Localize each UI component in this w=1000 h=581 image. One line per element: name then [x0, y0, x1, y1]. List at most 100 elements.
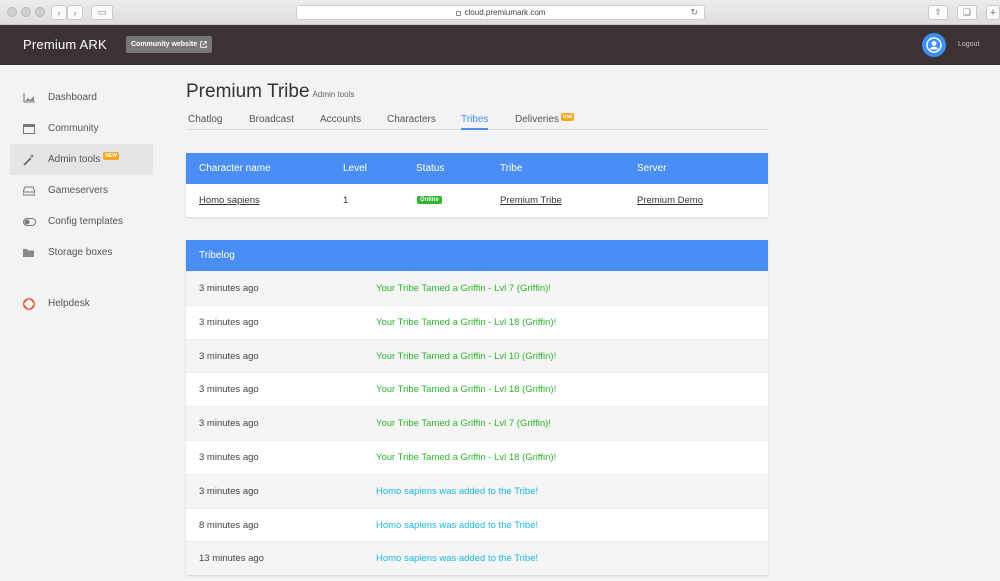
minimize-window-icon[interactable] [21, 7, 31, 17]
page-subtitle: Admin tools [312, 90, 355, 99]
character-name-link[interactable]: Homo sapiens [199, 195, 260, 206]
external-link-icon [200, 41, 207, 48]
tab-characters[interactable]: Characters [387, 114, 436, 130]
maximize-window-icon[interactable] [35, 7, 45, 17]
sidebar-item-label: Helpdesk [48, 298, 90, 309]
tab-deliveries[interactable]: Deliveries trial [515, 113, 575, 130]
server-link[interactable]: Premium Demo [637, 195, 703, 206]
log-message: Your Tribe Tamed a Griffin - Lvl 18 (Gri… [376, 451, 557, 463]
new-tab-icon[interactable]: + [986, 5, 1000, 20]
logout-link[interactable]: Logout [958, 41, 979, 48]
sidebar-item-label: Admin tools [48, 154, 101, 165]
characters-table: Character name Level Status Tribe Server… [186, 153, 768, 217]
sidebar-item-dashboard[interactable]: Dashboard [10, 82, 153, 113]
sidebar-item-helpdesk[interactable]: Helpdesk [10, 288, 153, 319]
close-window-icon[interactable] [7, 7, 17, 17]
list-item: 3 minutes ago Your Tribe Tamed a Griffin … [186, 271, 768, 305]
sidebar-item-label: Storage boxes [48, 247, 113, 258]
log-message: Your Tribe Tamed a Griffin - Lvl 10 (Gri… [376, 350, 557, 362]
log-timestamp: 13 minutes ago [199, 553, 264, 565]
url-text: cloud.premiumark.com [464, 8, 546, 17]
log-timestamp: 3 minutes ago [199, 283, 259, 294]
toggle-icon [22, 216, 36, 228]
user-avatar[interactable] [922, 33, 946, 57]
user-icon [926, 37, 942, 53]
tribe-link[interactable]: Premium Tribe [500, 195, 562, 206]
tab-broadcast[interactable]: Broadcast [249, 114, 294, 130]
brand-logo[interactable]: Premium ARK [23, 37, 107, 52]
list-item: 3 minutes ago Your Tribe Tamed a Griffin … [186, 372, 768, 406]
log-message: Your Tribe Tamed a Griffin - Lvl 18 (Gri… [376, 316, 557, 328]
log-timestamp: 3 minutes ago [199, 451, 259, 463]
list-item: 3 minutes ago Your Tribe Tamed a Griffin … [186, 338, 768, 373]
app-header: Premium ARK Community website Logout [0, 25, 1000, 65]
sidebar-divider [10, 268, 153, 288]
tribelog-list: 3 minutes ago Your Tribe Tamed a Griffin … [186, 271, 768, 576]
sidebar-item-config-templates[interactable]: Config templates [10, 206, 153, 237]
tab-deliveries-label: Deliveries [515, 114, 559, 125]
tribelog-title: Tribelog [186, 240, 768, 271]
column-header-level: Level [343, 163, 367, 174]
back-icon[interactable]: ‹ [51, 5, 67, 20]
new-badge: NEW [103, 151, 119, 160]
address-bar[interactable]: cloud.premiumark.com ↻ [296, 5, 705, 20]
reload-icon[interactable]: ↻ [690, 7, 698, 18]
log-message: Your Tribe Tamed a Griffin - Lvl 7 (Grif… [376, 418, 551, 430]
page-title-text: Premium Tribe [186, 81, 310, 102]
log-message: Homo sapiens was added to the Tribe! [376, 519, 539, 531]
trial-badge: trial [560, 113, 575, 121]
tab-tribes[interactable]: Tribes [461, 114, 489, 130]
sidebar-item-community[interactable]: Community [10, 113, 153, 144]
lifebuoy-icon [22, 297, 36, 310]
column-header-server: Server [637, 163, 667, 174]
list-item: 3 minutes ago Your Tribe Tamed a Griffin … [186, 406, 768, 440]
tab-bar: Chatlog Broadcast Accounts Characters Tr… [186, 113, 768, 130]
log-timestamp: 3 minutes ago [199, 350, 259, 362]
sidebar-item-label: Gameservers [48, 185, 109, 196]
status-badge: Online [417, 196, 442, 204]
forward-icon[interactable]: › [67, 5, 83, 20]
tabs-overview-icon[interactable]: ❏ [957, 5, 977, 20]
sidebar-item-gameservers[interactable]: Gameservers [10, 175, 153, 206]
tab-accounts[interactable]: Accounts [320, 114, 361, 130]
table-row: Homo sapiens 1 Online Premium Tribe Prem… [186, 184, 768, 216]
wand-icon [22, 153, 36, 166]
tab-chatlog[interactable]: Chatlog [188, 114, 222, 130]
log-timestamp: 3 minutes ago [199, 485, 259, 497]
log-message: Homo sapiens was added to the Tribe! [376, 553, 539, 565]
page-title: Premium Tribe Admin tools [186, 81, 354, 103]
sidebar-item-label: Community [48, 123, 99, 134]
column-header-status: Status [416, 163, 445, 174]
table-header: Character name Level Status Tribe Server [186, 153, 768, 184]
list-item: 8 minutes ago Homo sapiens was added to t… [186, 507, 768, 542]
community-website-button[interactable]: Community website [126, 36, 213, 53]
sidebar-nav: Dashboard Community Admin tools NEW Game… [10, 82, 153, 319]
list-item: 3 minutes ago Your Tribe Tamed a Griffin … [186, 439, 768, 474]
character-level: 1 [343, 195, 349, 206]
log-timestamp: 3 minutes ago [199, 418, 259, 430]
log-timestamp: 3 minutes ago [199, 316, 259, 328]
window-icon [22, 123, 36, 135]
log-message: Homo sapiens was added to the Tribe! [376, 485, 539, 497]
column-header-character-name: Character name [199, 163, 271, 174]
log-message: Your Tribe Tamed a Griffin - Lvl 7 (Grif… [376, 283, 551, 294]
list-item: 13 minutes ago Homo sapiens was added to … [186, 541, 768, 576]
sidebar-item-label: Dashboard [48, 92, 97, 103]
sidebar-toggle-icon[interactable]: ▭ [91, 5, 113, 20]
browser-chrome: ‹ › ▭ cloud.premiumark.com ↻ ⇧ ❏ + [0, 0, 1000, 25]
list-item: 3 minutes ago Homo sapiens was added to t… [186, 473, 768, 508]
log-message: Your Tribe Tamed a Griffin - Lvl 18 (Gri… [376, 384, 557, 396]
sidebar-item-admin-tools[interactable]: Admin tools NEW [10, 144, 153, 175]
community-website-label: Community website [131, 41, 198, 48]
lock-icon [455, 11, 461, 16]
sidebar-item-label: Config templates [48, 216, 124, 227]
chart-icon [22, 92, 36, 104]
share-icon[interactable]: ⇧ [928, 5, 948, 20]
column-header-tribe: Tribe [500, 163, 523, 174]
server-icon [22, 185, 36, 197]
sidebar-item-storage-boxes[interactable]: Storage boxes [10, 237, 153, 268]
folder-icon [22, 247, 36, 259]
list-item: 3 minutes ago Your Tribe Tamed a Griffin … [186, 304, 768, 339]
log-timestamp: 8 minutes ago [199, 519, 259, 531]
log-timestamp: 3 minutes ago [199, 384, 259, 396]
